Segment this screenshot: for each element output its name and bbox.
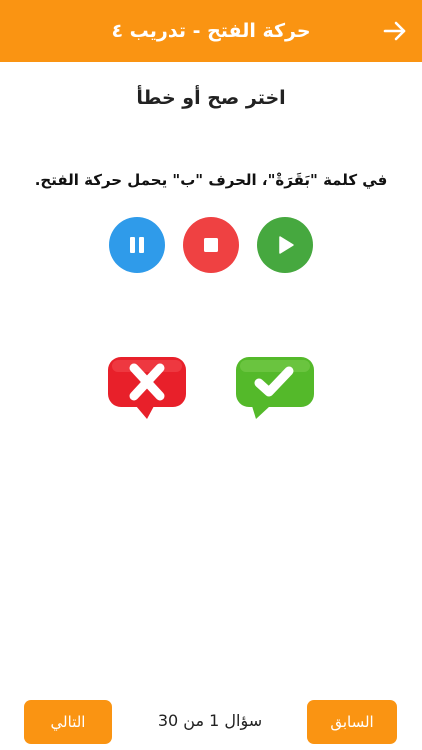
question-counter: سؤال 1 من 30	[157, 711, 263, 730]
arrow-right-icon[interactable]	[382, 18, 408, 44]
false-answer-button[interactable]	[106, 355, 188, 421]
next-button[interactable]: التالي	[24, 700, 112, 744]
page-title: حركة الفتح - تدريب ٤	[111, 20, 311, 42]
previous-label: السابق	[330, 713, 374, 731]
play-icon	[279, 236, 294, 254]
stop-button[interactable]	[183, 217, 239, 273]
pause-button[interactable]	[109, 217, 165, 273]
previous-button[interactable]: السابق	[307, 700, 397, 744]
app-header: حركة الفتح - تدريب ٤	[0, 0, 422, 62]
next-label: التالي	[50, 713, 86, 731]
stop-icon	[204, 238, 218, 252]
pause-icon	[130, 237, 144, 253]
play-button[interactable]	[257, 217, 313, 273]
instruction-text: اختر صح أو خطأ	[136, 87, 286, 109]
question-text: في كلمة "بَقَرَةْ"، الحرف "ب" يحمل حركة …	[34, 171, 388, 189]
true-answer-button[interactable]	[234, 355, 316, 421]
